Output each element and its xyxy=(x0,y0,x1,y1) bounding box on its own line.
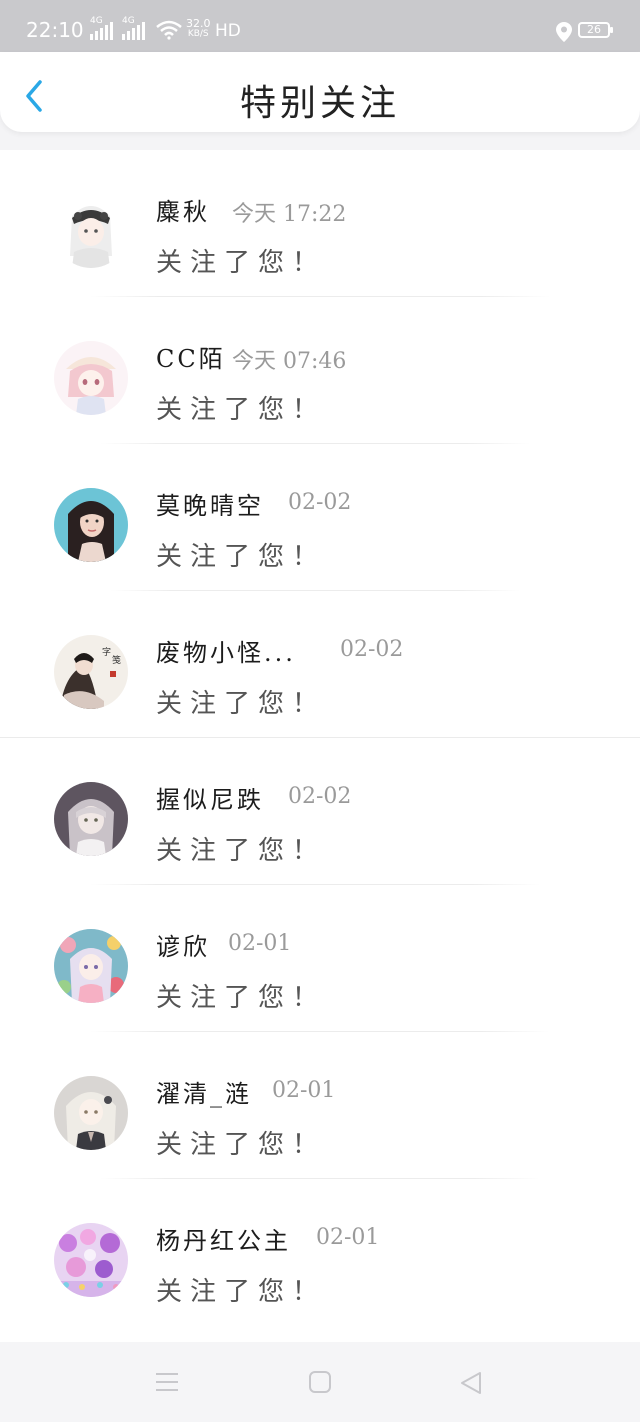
avatar-anime-pink-hat xyxy=(54,341,128,415)
system-nav-bar xyxy=(0,1342,640,1422)
notification-message: 关注了您！ xyxy=(156,983,327,1013)
avatar[interactable]: 字 笺 xyxy=(54,635,128,709)
notification-message: 关注了您！ xyxy=(156,689,327,719)
list-item[interactable]: 谚欣 02-01 关注了您！ xyxy=(0,885,640,1032)
user-name: 麋秋 xyxy=(156,198,210,226)
nav-back-button[interactable] xyxy=(458,1370,484,1400)
avatar-anime-silver-hair xyxy=(54,1076,128,1150)
notification-message: 关注了您！ xyxy=(156,1130,327,1160)
net-speed: 32.0 KB/S xyxy=(186,17,211,39)
timestamp: 02-02 xyxy=(288,784,352,809)
list-item[interactable]: CC陌 今天 07:46 关注了您！ xyxy=(0,297,640,444)
signal-icon: 4G xyxy=(90,16,113,40)
battery-icon: 26 xyxy=(578,22,613,38)
avatar-anime-white-hair xyxy=(54,194,128,268)
signal-type-label: 4G xyxy=(90,16,103,26)
avatar[interactable] xyxy=(54,782,128,856)
header-bar: 特别关注 xyxy=(0,52,640,132)
list-item[interactable]: 濯清_涟 02-01 关注了您！ xyxy=(0,1032,640,1179)
notification-message: 关注了您！ xyxy=(156,542,327,572)
avatar[interactable] xyxy=(54,341,128,415)
avatar-ink-painting: 字 笺 xyxy=(54,635,128,709)
list-item[interactable]: 握似尼跌 02-02 关注了您！ xyxy=(0,738,640,885)
user-name: 握似尼跌 xyxy=(156,786,264,814)
signal-type-label: 4G xyxy=(122,16,135,26)
list-item[interactable]: 杨丹红公主 02-01 关注了您！ xyxy=(0,1179,640,1326)
location-icon xyxy=(556,22,572,42)
avatar-purple-flowers xyxy=(54,1223,128,1297)
page-title: 特别关注 xyxy=(239,83,400,124)
timestamp: 02-02 xyxy=(288,490,352,515)
list-item[interactable]: 莫晚晴空 02-02 关注了您！ xyxy=(0,444,640,591)
notification-message: 关注了您！ xyxy=(156,1277,327,1307)
avatar[interactable] xyxy=(54,1076,128,1150)
notification-message: 关注了您！ xyxy=(156,836,327,866)
back-triangle-icon xyxy=(461,1372,481,1394)
user-name: 谚欣 xyxy=(156,933,210,961)
svg-text:字: 字 xyxy=(102,646,111,658)
avatar[interactable] xyxy=(54,488,128,562)
user-name: CC陌 xyxy=(156,345,226,373)
avatar[interactable] xyxy=(54,194,128,268)
signal-icon: 4G xyxy=(122,16,145,40)
home-button[interactable] xyxy=(308,1370,332,1398)
notification-message: 关注了您！ xyxy=(156,395,327,425)
user-name: 杨丹红公主 xyxy=(156,1227,291,1255)
user-name: 濯清_涟 xyxy=(156,1080,252,1108)
avatar[interactable] xyxy=(54,1223,128,1297)
avatar-photo-woman xyxy=(54,488,128,562)
user-name: 莫晚晴空 xyxy=(156,492,264,520)
timestamp: 02-01 xyxy=(228,931,292,956)
notification-message: 关注了您！ xyxy=(156,248,327,278)
avatar-anime-colorful xyxy=(54,929,128,1003)
net-speed-value: 32.0 xyxy=(186,17,211,30)
net-speed-unit: KB/S xyxy=(187,29,209,39)
notification-list: 麋秋 今天 17:22 关注了您！ CC陌 今天 07:46 关注了您！ 莫晚晴… xyxy=(0,150,640,1342)
timestamp: 今天 17:22 xyxy=(232,202,347,227)
wifi-icon xyxy=(156,20,182,40)
home-square-icon xyxy=(309,1371,331,1393)
list-item[interactable]: 麋秋 今天 17:22 关注了您！ xyxy=(0,150,640,297)
menu-icon xyxy=(156,1373,178,1391)
hd-label: HD xyxy=(215,21,241,41)
timestamp: 今天 07:46 xyxy=(232,349,347,374)
avatar[interactable] xyxy=(54,929,128,1003)
timestamp: 02-01 xyxy=(316,1225,380,1250)
battery-level: 26 xyxy=(587,23,601,36)
timestamp: 02-01 xyxy=(272,1078,336,1103)
user-name: 废物小怪... xyxy=(156,639,296,667)
avatar-anime-grey xyxy=(54,782,128,856)
list-item[interactable]: 字 笺 废物小怪... 02-02 关注了您！ xyxy=(0,591,640,738)
menu-button[interactable] xyxy=(154,1370,180,1398)
status-time: 22:10 xyxy=(26,18,84,42)
svg-text:笺: 笺 xyxy=(112,654,121,666)
timestamp: 02-02 xyxy=(340,637,404,662)
